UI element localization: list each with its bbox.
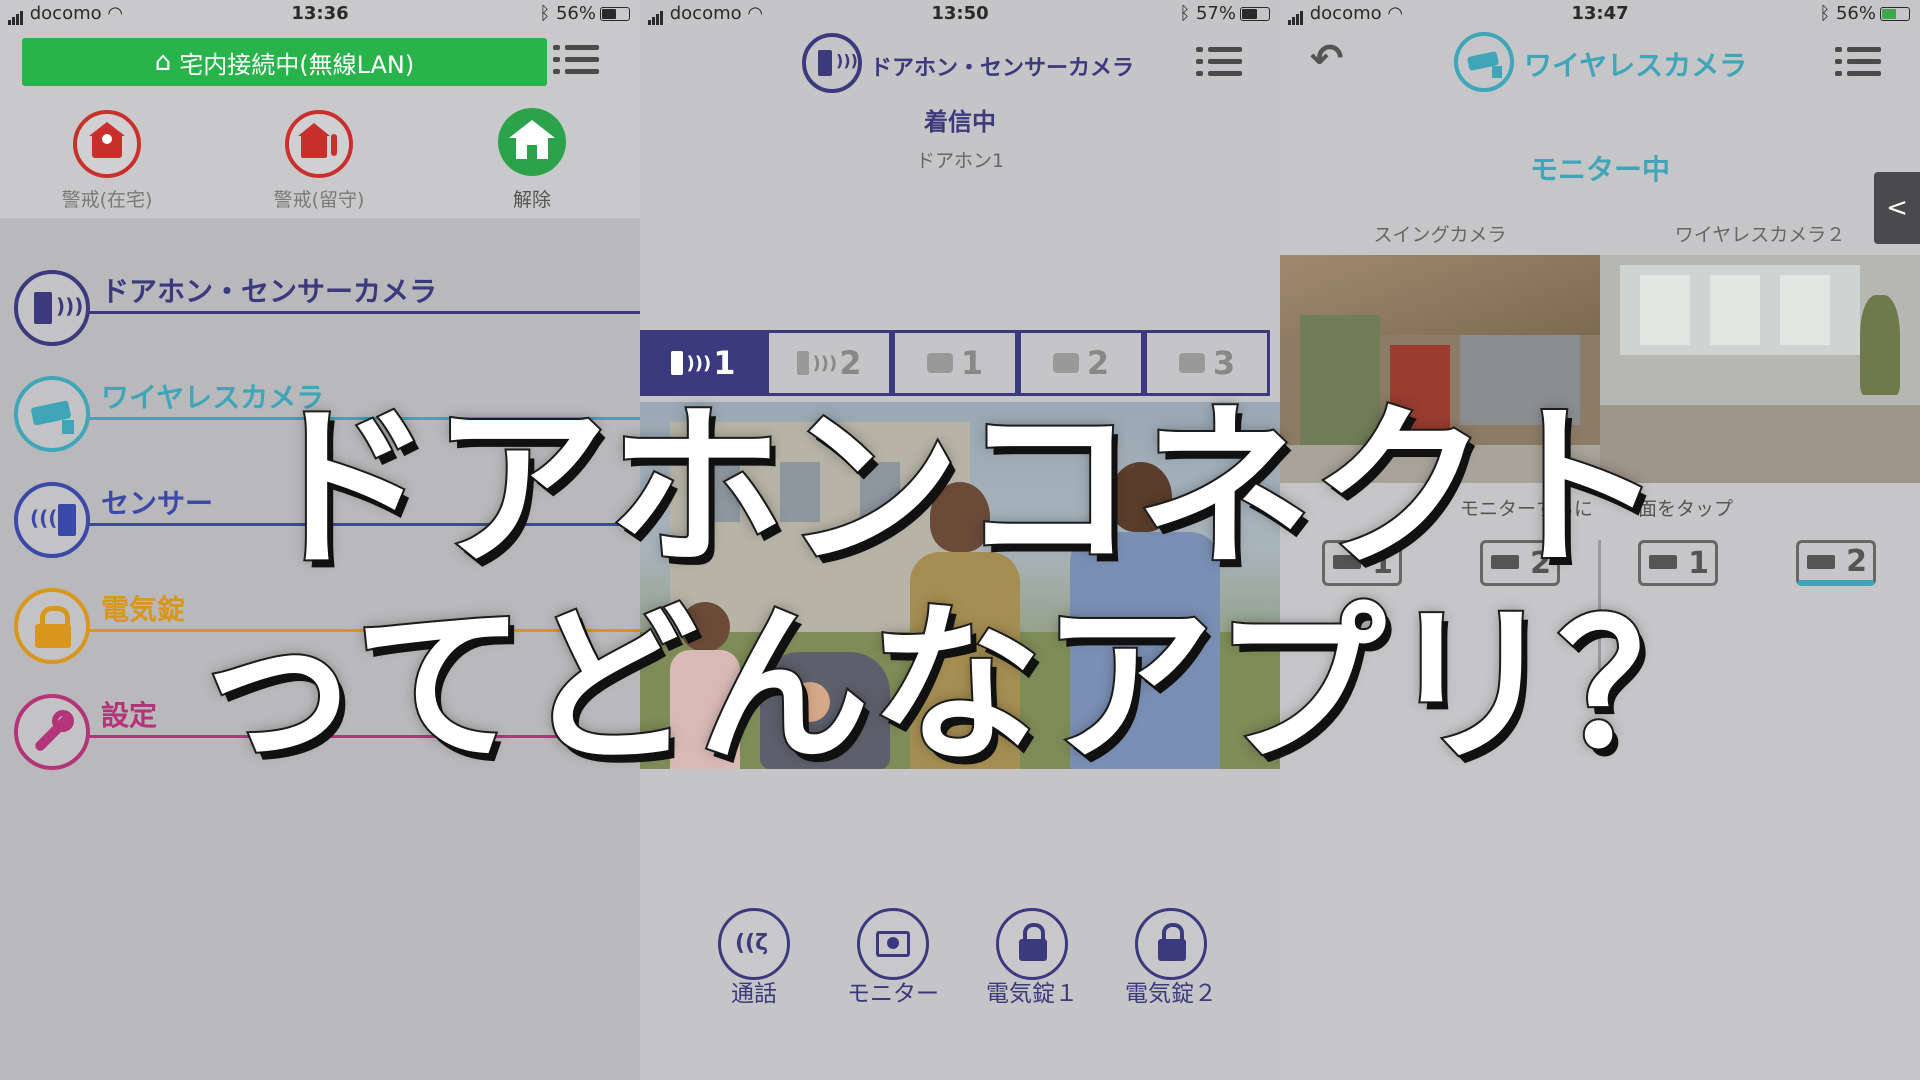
action-label: モニター [847,981,939,1007]
bluetooth-icon: ᛒ [1179,3,1191,24]
status-bar: docomo ◠ 13:36 ᛒ 56% [0,0,640,28]
menu-item-rule [88,311,640,314]
lock-icon [996,908,1068,980]
home-person-icon [73,110,141,178]
mode-label: 警戒(留守) [273,189,365,211]
camera-label: ワイヤレスカメラ２ [1674,224,1846,246]
status-bar: docomo ◠ 13:50 ᛒ 57% [640,0,1280,28]
page-title: ワイヤレスカメラ [1524,49,1748,82]
call-status: 着信中 [924,108,996,136]
action-label: 電気錠２ [1125,981,1217,1007]
battery-icon [1240,7,1270,21]
battery-percent: 56% [1835,3,1876,24]
app-header: ))) ドアホン・センサーカメラ [640,28,1280,94]
page-title: ドアホン・センサーカメラ [870,56,1135,81]
home-icon [498,108,566,176]
camera-icon [1454,32,1514,92]
chevron-left-icon: < [1886,193,1908,223]
connection-label: 宅内接続中(無線LAN) [179,50,415,79]
camera-label: スイングカメラ [1373,224,1507,246]
home-leave-icon [285,110,353,178]
menu-item-label: ドアホン・センサーカメラ [101,275,438,308]
mode-label: 解除 [512,189,551,211]
menu-button[interactable] [1835,46,1885,82]
bluetooth-icon: ᛒ [1819,3,1831,24]
battery-percent: 56% [555,3,596,24]
call-source: ドアホン1 [915,150,1005,172]
lock-icon [1135,908,1207,980]
status-bar: docomo ◠ 13:47 ᛒ 56% [1280,0,1920,28]
doorphone-icon: ))) [14,270,90,346]
mode-label: 警戒(在宅) [61,189,153,211]
action-label: 電気錠１ [986,981,1078,1007]
overlay-title-line-2: ってどんなアプリ？ [188,583,1731,788]
app-header: ↶ ワイヤレスカメラ [1280,28,1920,94]
menu-button[interactable] [1196,46,1246,82]
app-header: ⌂ 宅内接続中(無線LAN) [0,28,640,94]
menu-button[interactable] [553,44,603,80]
back-arrow-icon[interactable]: ↶ [1310,36,1344,82]
bluetooth-icon: ᛒ [539,3,551,24]
battery-icon [600,7,630,21]
battery-icon [1880,7,1910,21]
connection-status-bar[interactable]: ⌂ 宅内接続中(無線LAN) [22,38,547,86]
monitor-icon [857,908,929,980]
monitor-status: モニター中 [1529,153,1670,186]
doorphone-icon: ))) [802,33,862,93]
talk-icon: ((ζ [718,908,790,980]
action-label: 通話 [731,981,777,1007]
battery-percent: 57% [1195,3,1236,24]
home-connected-icon: ⌂ [154,47,172,77]
